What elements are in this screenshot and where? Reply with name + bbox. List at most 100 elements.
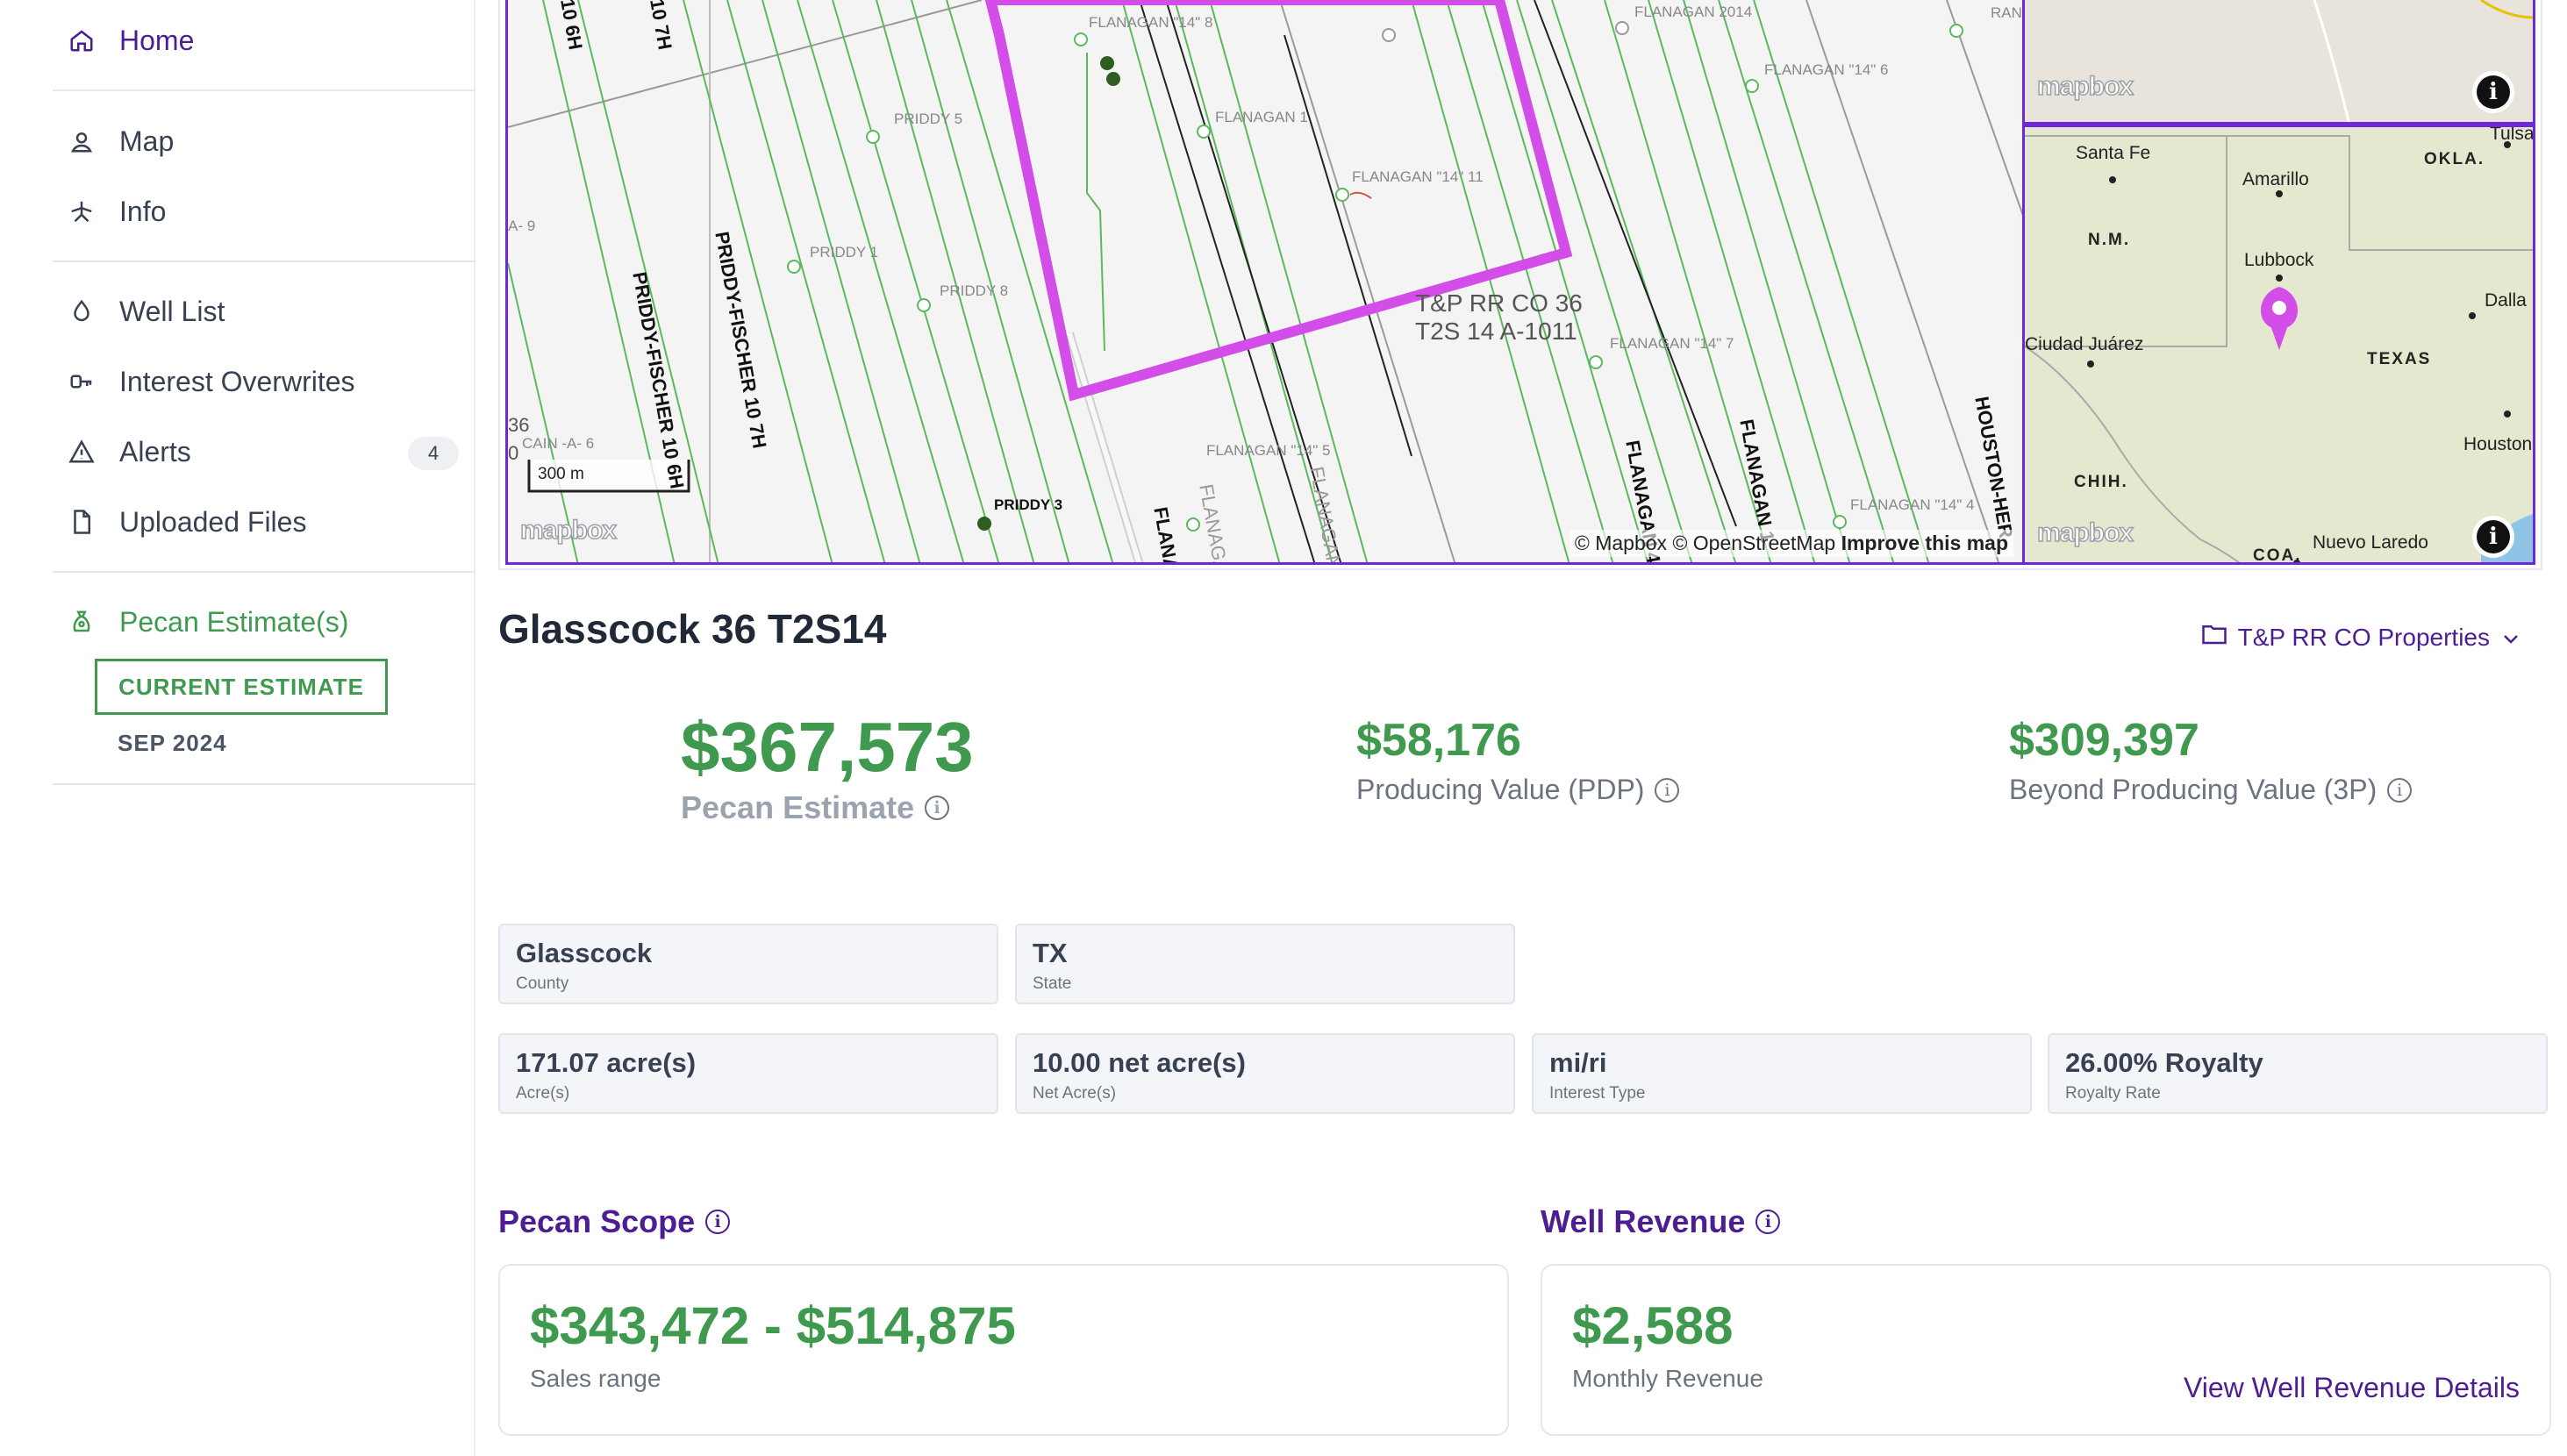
region-label: OKLA. bbox=[2424, 150, 2485, 168]
well-revenue-title-text: Well Revenue bbox=[1541, 1203, 1746, 1239]
key-icon bbox=[67, 367, 97, 396]
sidebar: Home Map Info Well List Interest Overwri… bbox=[0, 0, 476, 1456]
region-label: Houston bbox=[2463, 434, 2533, 454]
oil-rig-icon bbox=[67, 196, 97, 226]
well-revenue-title: Well Revenue i bbox=[1541, 1203, 1781, 1240]
map-label: PRIDDY 3 bbox=[994, 496, 1063, 513]
region-label: Nuevo Laredo bbox=[2313, 532, 2428, 553]
sidebar-item-label: Alerts bbox=[119, 435, 191, 467]
map-label: PRIDDY 1 bbox=[810, 244, 879, 261]
parcel-map[interactable]: FLANAGAN "14" 8 FLANAGAN 2014 RANCH FLAN… bbox=[505, 0, 2025, 565]
folder-icon bbox=[2201, 623, 2227, 652]
royalty-rate-label: Royalty Rate bbox=[2065, 1084, 2161, 1103]
map-canvas bbox=[2313, 0, 2533, 122]
home-icon bbox=[67, 25, 97, 55]
info-icon[interactable]: i bbox=[1755, 1210, 1781, 1234]
osm-attribution-link[interactable]: © OpenStreetMap bbox=[1672, 532, 1835, 554]
region-label: COA. bbox=[2253, 546, 2302, 565]
pecan-scope-title-text: Pecan Scope bbox=[498, 1203, 696, 1239]
pdp-value: $58,176 bbox=[1356, 715, 1521, 766]
county-card: Glasscock County bbox=[498, 924, 998, 1004]
map-label: FLANAGAN "14" 5 bbox=[1206, 442, 1331, 459]
bpv-label-text: Beyond Producing Value (3P) bbox=[2009, 774, 2378, 805]
bpv-label: Beyond Producing Value (3P) i bbox=[2009, 774, 2413, 806]
divider bbox=[53, 89, 476, 91]
tract-label: T2S 14 A-1011 bbox=[1415, 318, 1577, 345]
warning-icon bbox=[67, 437, 97, 467]
tract-label: T&P RR CO 36 bbox=[1415, 289, 1583, 317]
sales-range-value: $343,472 - $514,875 bbox=[530, 1296, 1016, 1355]
property-group-dropdown[interactable]: T&P RR CO Properties bbox=[2201, 623, 2520, 652]
sidebar-item-pecan-estimates[interactable]: Pecan Estimate(s) bbox=[67, 596, 348, 648]
pdp-label-text: Producing Value (PDP) bbox=[1356, 774, 1645, 805]
page-title: Glasscock 36 T2S14 bbox=[498, 606, 887, 652]
divider bbox=[53, 571, 476, 573]
sidebar-item-label: Pecan Estimate(s) bbox=[119, 605, 349, 638]
map-label: PRIDDY 5 bbox=[894, 111, 963, 127]
sidebar-item-home[interactable]: Home bbox=[67, 14, 194, 67]
royalty-rate-card: 26.00% Royalty Royalty Rate bbox=[2048, 1033, 2548, 1114]
property-group-label: T&P RR CO Properties bbox=[2237, 623, 2490, 651]
pecan-scope-title: Pecan Scope i bbox=[498, 1203, 731, 1240]
overview-map-region[interactable]: Santa Fe Amarillo OKLA. Tulsa N.M. Lubbo… bbox=[2025, 125, 2535, 565]
royalty-rate-value: 26.00% Royalty bbox=[2065, 1047, 2263, 1078]
map-pin-icon bbox=[67, 126, 97, 156]
mapbox-attribution-link[interactable]: © Mapbox bbox=[1575, 532, 1667, 554]
alerts-count-badge: 4 bbox=[408, 437, 459, 470]
well-revenue-panel: $2,588 Monthly Revenue View Well Revenue… bbox=[1541, 1264, 2551, 1436]
region-label: Dalla bbox=[2485, 290, 2527, 310]
file-icon bbox=[67, 507, 97, 537]
pecan-scope-panel: $343,472 - $514,875 Sales range bbox=[498, 1264, 1509, 1436]
sidebar-item-map[interactable]: Map bbox=[67, 115, 174, 168]
region-label: TEXAS bbox=[2367, 350, 2432, 368]
pecan-estimate-value: $367,573 bbox=[681, 708, 974, 786]
map-info-button[interactable]: i bbox=[2477, 75, 2510, 109]
map-label: 0 bbox=[508, 442, 519, 464]
money-bag-icon bbox=[67, 607, 97, 637]
map-label: FLANAGAN "14" 11 bbox=[1352, 168, 1484, 185]
sidebar-item-alerts[interactable]: Alerts bbox=[67, 425, 191, 478]
county-label: County bbox=[516, 974, 569, 993]
map-label: PRIDDY 8 bbox=[940, 282, 1009, 299]
mapbox-logo: mapbox bbox=[2036, 517, 2134, 548]
map-label: FLANAGAN 1 bbox=[1215, 109, 1308, 125]
state-card: TX State bbox=[1015, 924, 1515, 1004]
scale-label: 300 m bbox=[538, 465, 584, 483]
overview-map-top[interactable]: mapbox i bbox=[2025, 0, 2535, 125]
region-label: Santa Fe bbox=[2076, 143, 2151, 163]
droplet-icon bbox=[67, 296, 97, 326]
sidebar-item-uploaded-files[interactable]: Uploaded Files bbox=[67, 496, 306, 548]
sales-range-label: Sales range bbox=[530, 1365, 661, 1392]
region-label: Tulsa bbox=[2490, 125, 2535, 144]
sidebar-item-well-list[interactable]: Well List bbox=[67, 285, 225, 338]
info-icon[interactable]: i bbox=[2387, 777, 2413, 803]
current-estimate-button[interactable]: CURRENT ESTIMATE bbox=[95, 659, 388, 715]
sidebar-item-info[interactable]: Info bbox=[67, 185, 166, 238]
mapbox-logo: mapbox bbox=[2036, 71, 2134, 102]
map-attribution: © Mapbox © OpenStreetMap Improve this ma… bbox=[1569, 530, 2013, 557]
map-info-button[interactable]: i bbox=[2477, 520, 2510, 553]
view-well-revenue-link[interactable]: View Well Revenue Details bbox=[2184, 1372, 2520, 1404]
map-label: RANCH bbox=[1991, 4, 2022, 21]
map-label: A- 9 bbox=[508, 218, 536, 234]
info-icon[interactable]: i bbox=[705, 1210, 731, 1234]
monthly-revenue-value: $2,588 bbox=[1572, 1296, 1734, 1355]
divider bbox=[53, 261, 476, 262]
region-label: CHIH. bbox=[2074, 473, 2128, 491]
estimate-date-link[interactable]: SEP 2024 bbox=[118, 730, 227, 757]
info-icon[interactable]: i bbox=[1655, 777, 1680, 803]
map-label: FLANAGAN "14" 4 bbox=[1850, 496, 1975, 513]
sidebar-item-interest-overwrites[interactable]: Interest Overwrites bbox=[67, 355, 355, 408]
map-label: 36 bbox=[508, 414, 530, 436]
pdp-label: Producing Value (PDP) i bbox=[1356, 774, 1680, 806]
info-icon[interactable]: i bbox=[925, 796, 950, 820]
state-value: TX bbox=[1033, 938, 1068, 968]
region-label: Lubbock bbox=[2244, 250, 2314, 270]
bpv-value: $309,397 bbox=[2009, 715, 2199, 766]
mapbox-logo: mapbox bbox=[519, 515, 618, 546]
county-value: Glasscock bbox=[516, 938, 653, 968]
sidebar-item-label: Uploaded Files bbox=[119, 505, 307, 538]
improve-map-link[interactable]: Improve this map bbox=[1841, 532, 2008, 554]
sidebar-item-label: Interest Overwrites bbox=[119, 365, 355, 397]
net-acres-value: 10.00 net acre(s) bbox=[1033, 1047, 1246, 1078]
